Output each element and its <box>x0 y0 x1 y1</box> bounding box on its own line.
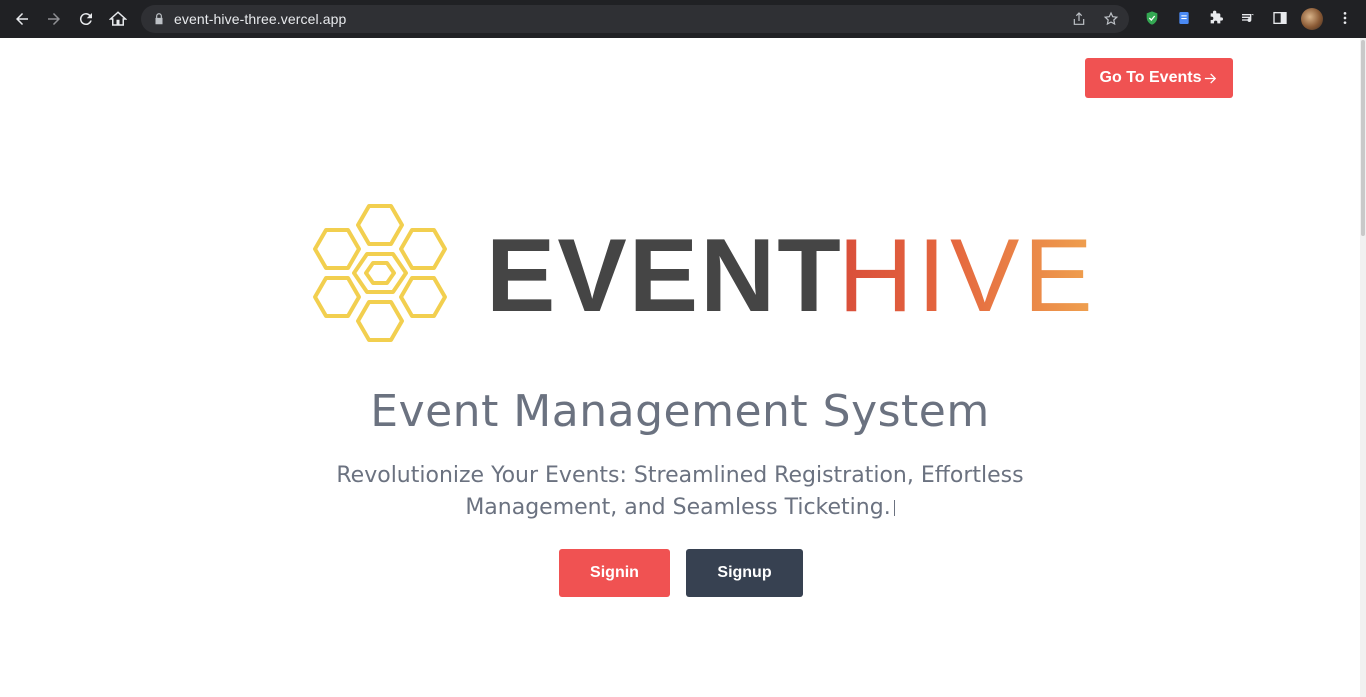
shield-extension-icon[interactable] <box>1143 9 1161 27</box>
go-to-events-label: Go To Events <box>1099 69 1202 86</box>
kebab-menu-icon[interactable] <box>1336 9 1354 27</box>
url-text[interactable]: event-hive-three.vercel.app <box>174 11 346 27</box>
hero-subtitle: Revolutionize Your Events: Streamlined R… <box>330 460 1030 524</box>
logo-word-hive: HIVE <box>838 218 1097 334</box>
page-title: Event Management System <box>370 386 990 437</box>
share-icon[interactable] <box>1071 11 1087 27</box>
lock-icon[interactable] <box>152 12 166 26</box>
forward-icon[interactable] <box>43 8 65 30</box>
go-to-events-button[interactable]: Go To Events <box>1085 58 1233 98</box>
arrow-right-icon <box>1205 73 1217 83</box>
scrollbar-thumb[interactable] <box>1361 40 1365 236</box>
text-caret <box>893 500 895 516</box>
browser-toolbar: event-hive-three.vercel.app <box>0 0 1366 38</box>
puzzle-extensions-icon[interactable] <box>1207 9 1225 27</box>
bookmark-star-icon[interactable] <box>1103 11 1119 27</box>
profile-avatar[interactable] <box>1301 8 1323 30</box>
reload-icon[interactable] <box>75 8 97 30</box>
honeycomb-logo-icon <box>313 204 447 342</box>
back-icon[interactable] <box>11 8 33 30</box>
media-control-icon[interactable] <box>1239 9 1257 27</box>
docs-extension-icon[interactable] <box>1175 9 1193 27</box>
home-icon[interactable] <box>107 8 129 30</box>
signin-button[interactable]: Signin <box>559 549 670 597</box>
page-content: Go To Events EVENT HIVE Event Management… <box>0 38 1360 697</box>
side-panel-icon[interactable] <box>1271 9 1289 27</box>
logo-word-event: EVENT <box>486 218 843 334</box>
hero-subtitle-text: Revolutionize Your Events: Streamlined R… <box>336 463 1024 520</box>
address-bar[interactable]: event-hive-three.vercel.app <box>141 5 1129 33</box>
signup-button[interactable]: Signup <box>686 549 803 597</box>
